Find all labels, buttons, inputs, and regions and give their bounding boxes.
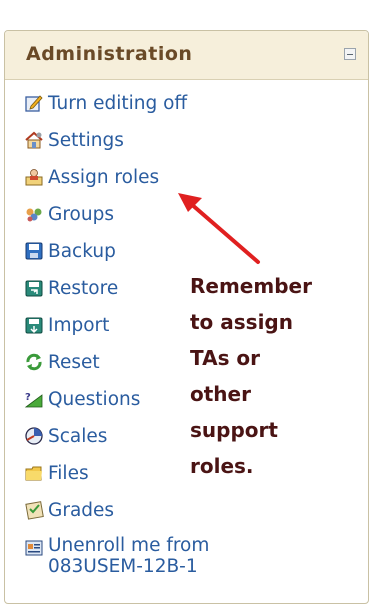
note-line: Remember bbox=[190, 274, 312, 298]
groups-icon bbox=[24, 204, 44, 224]
menu-item-groups[interactable]: Groups bbox=[24, 200, 114, 228]
questions-icon: ? bbox=[24, 389, 44, 409]
menu-item-label[interactable]: Grades bbox=[48, 500, 114, 521]
menu-item-scales[interactable]: Scales bbox=[24, 422, 107, 450]
scales-icon bbox=[24, 426, 44, 446]
menu-item-grades[interactable]: Grades bbox=[24, 496, 114, 524]
menu-item-label[interactable]: Backup bbox=[48, 241, 116, 262]
menu-item-questions[interactable]: ? Questions bbox=[24, 385, 140, 413]
menu-item-label[interactable]: Restore bbox=[48, 278, 118, 299]
note-line: roles. bbox=[190, 454, 254, 478]
note-line: other bbox=[190, 382, 251, 406]
folder-icon bbox=[24, 463, 44, 483]
unenroll-icon bbox=[24, 538, 44, 558]
menu-item-import[interactable]: Import bbox=[24, 311, 109, 339]
note-line: to assign bbox=[190, 310, 293, 334]
menu-item-label[interactable]: Groups bbox=[48, 204, 114, 225]
menu-item-label[interactable]: Import bbox=[48, 315, 109, 336]
menu-item-settings[interactable]: Settings bbox=[24, 126, 124, 154]
backup-icon bbox=[24, 241, 44, 261]
menu-item-files[interactable]: Files bbox=[24, 459, 89, 487]
menu-item-label[interactable]: Scales bbox=[48, 426, 107, 447]
restore-icon bbox=[24, 278, 44, 298]
import-icon bbox=[24, 315, 44, 335]
reminder-annotation: Remember to assign TAs or other support … bbox=[190, 268, 360, 484]
menu-item-label[interactable]: Assign roles bbox=[48, 167, 159, 188]
note-line: TAs or bbox=[190, 346, 261, 370]
menu-item-turn-editing-off[interactable]: Turn editing off bbox=[24, 89, 187, 117]
menu-item-label[interactable]: Unenroll me from 083USEM-12B-1 bbox=[48, 535, 248, 577]
menu-item-unenroll[interactable]: Unenroll me from 083USEM-12B-1 bbox=[24, 535, 254, 579]
menu-item-reset[interactable]: Reset bbox=[24, 348, 100, 376]
menu-item-label[interactable]: Reset bbox=[48, 352, 100, 373]
menu-item-assign-roles[interactable]: Assign roles bbox=[24, 163, 159, 191]
note-line: support bbox=[190, 418, 278, 442]
svg-text:?: ? bbox=[25, 392, 31, 403]
assign-roles-icon bbox=[24, 167, 44, 187]
menu-item-label[interactable]: Questions bbox=[48, 389, 140, 410]
settings-house-icon bbox=[24, 130, 44, 150]
menu-item-backup[interactable]: Backup bbox=[24, 237, 116, 265]
pencil-edit-icon bbox=[24, 93, 44, 113]
menu-item-label[interactable]: Files bbox=[48, 463, 89, 484]
menu-item-label[interactable]: Turn editing off bbox=[48, 93, 187, 114]
reset-icon bbox=[24, 352, 44, 372]
grades-icon bbox=[24, 500, 44, 520]
menu-item-label[interactable]: Settings bbox=[48, 130, 124, 151]
menu-item-restore[interactable]: Restore bbox=[24, 274, 118, 302]
